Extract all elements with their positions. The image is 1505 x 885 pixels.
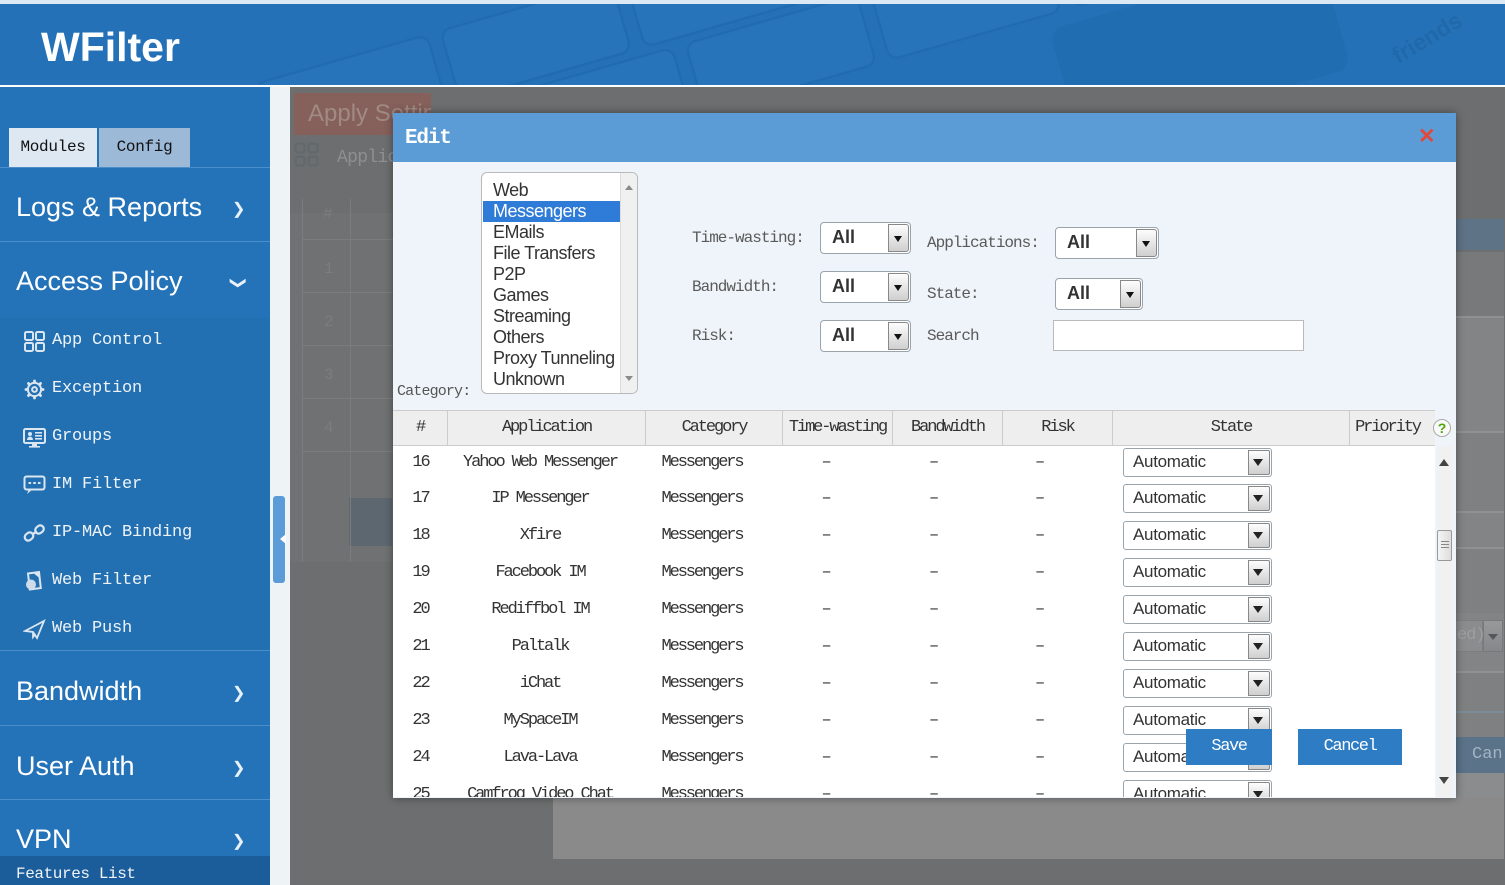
svg-text:friends: friends (1387, 7, 1466, 69)
